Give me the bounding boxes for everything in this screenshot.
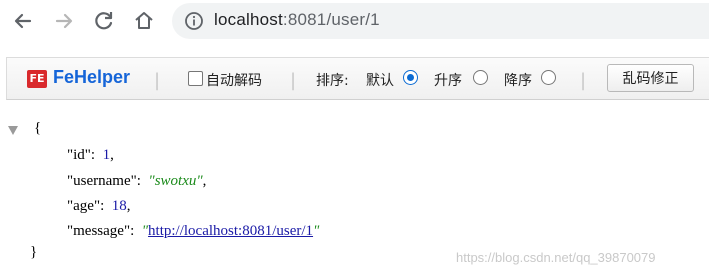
fehelper-title[interactable]: FeHelper <box>53 67 130 88</box>
json-key: "id" <box>67 147 91 163</box>
sort-asc-radio[interactable] <box>473 70 488 85</box>
json-key: "message" <box>67 223 131 239</box>
sort-desc-radio[interactable] <box>541 70 556 85</box>
json-value: 1 <box>102 147 111 163</box>
back-arrow-icon <box>14 13 32 29</box>
forward-arrow-icon <box>55 13 73 29</box>
fehelper-toolbar: FE FeHelper | 自动解码 | 排序: 默认 升序 降序 | 乱码修正 <box>6 57 709 100</box>
sort-desc-label[interactable]: 降序 <box>504 70 532 90</box>
info-icon[interactable] <box>184 11 204 31</box>
json-value: "swotxu" <box>148 173 203 189</box>
url-path: :8081/user/1 <box>282 10 380 29</box>
json-comma: , <box>126 198 131 214</box>
fix-encoding-button[interactable]: 乱码修正 <box>607 64 694 92</box>
separator: | <box>580 70 587 91</box>
separator: | <box>154 70 161 91</box>
back-button[interactable] <box>10 8 36 34</box>
json-row-message: "message": "http://localhost:8081/user/1… <box>67 223 320 239</box>
auto-decode-checkbox[interactable] <box>188 71 203 86</box>
sort-default-radio[interactable] <box>403 70 418 85</box>
json-key: "username" <box>67 173 137 189</box>
reload-button[interactable] <box>91 8 117 34</box>
json-row-age: "age": 18, <box>67 198 130 215</box>
separator: | <box>290 70 297 91</box>
json-row-username: "username": "swotxu", <box>67 173 206 190</box>
watermark-text: https://blog.csdn.net/qq_39870079 <box>456 250 656 265</box>
address-bar[interactable]: localhost:8081/user/1 <box>172 3 709 39</box>
json-row-id: "id": 1, <box>67 147 114 164</box>
json-comma: , <box>110 147 114 163</box>
forward-button[interactable] <box>51 8 77 34</box>
sort-label: 排序: <box>316 73 349 89</box>
fehelper-logo-icon: FE <box>27 70 47 88</box>
collapse-toggle-icon[interactable] <box>8 126 18 135</box>
json-open-brace: { <box>34 120 42 136</box>
sort-asc-label[interactable]: 升序 <box>434 70 462 90</box>
auto-decode-label[interactable]: 自动解码 <box>206 70 262 90</box>
url-host: localhost <box>214 10 283 29</box>
home-icon <box>135 12 153 29</box>
url-text[interactable]: localhost:8081/user/1 <box>214 10 380 30</box>
home-button[interactable] <box>131 8 157 34</box>
json-close-brace: } <box>30 244 38 260</box>
json-value: 18 <box>111 198 127 214</box>
reload-icon <box>95 12 113 30</box>
json-key: "age" <box>67 198 101 214</box>
sort-default-label[interactable]: 默认 <box>366 70 394 90</box>
browser-toolbar: localhost:8081/user/1 <box>0 0 709 42</box>
json-url-link[interactable]: http://localhost:8081/user/1 <box>148 223 313 239</box>
json-comma: , <box>202 173 207 189</box>
